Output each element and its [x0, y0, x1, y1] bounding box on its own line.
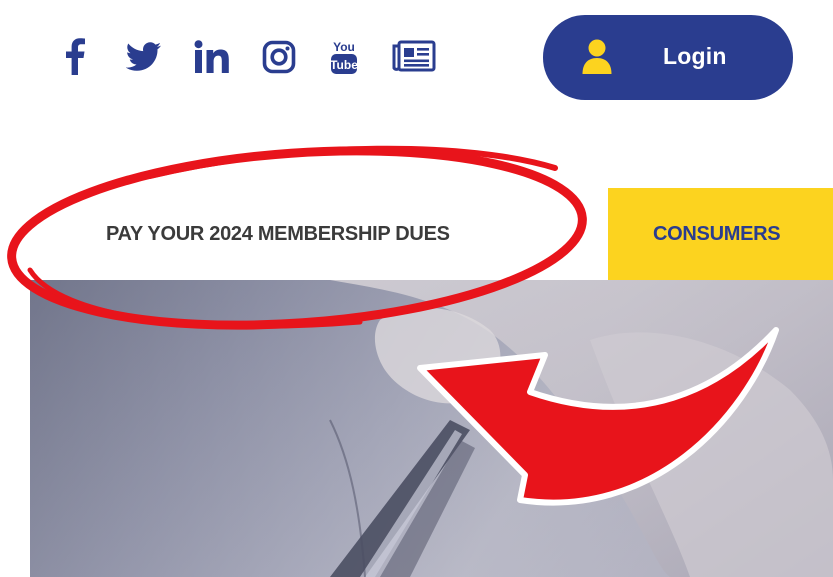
hero-image [30, 280, 833, 577]
nav-item-label: PAY YOUR 2024 MEMBERSHIP DUES [106, 222, 450, 245]
login-label: Login [663, 43, 727, 69]
hand-with-pen-illustration [30, 280, 833, 577]
social-links: You Tube [0, 0, 520, 110]
linkedin-icon[interactable] [194, 40, 230, 79]
youtube-icon[interactable]: You Tube [330, 38, 358, 81]
youtube-you-text: You [333, 40, 355, 54]
user-icon [581, 39, 613, 80]
nav-item-label: CONSUMERS [653, 222, 781, 245]
login-button[interactable]: Login [543, 15, 793, 100]
twitter-icon[interactable] [125, 42, 162, 77]
main-nav: PAY YOUR 2024 MEMBERSHIP DUES CONSUMERS [0, 188, 833, 280]
youtube-tube-text: Tube [330, 58, 358, 72]
nav-item-membership-dues[interactable]: PAY YOUR 2024 MEMBERSHIP DUES [106, 188, 450, 280]
newspaper-icon[interactable] [392, 40, 436, 77]
nav-item-consumers[interactable]: CONSUMERS [608, 188, 833, 280]
facebook-icon[interactable] [64, 37, 86, 80]
instagram-icon[interactable] [262, 40, 296, 79]
